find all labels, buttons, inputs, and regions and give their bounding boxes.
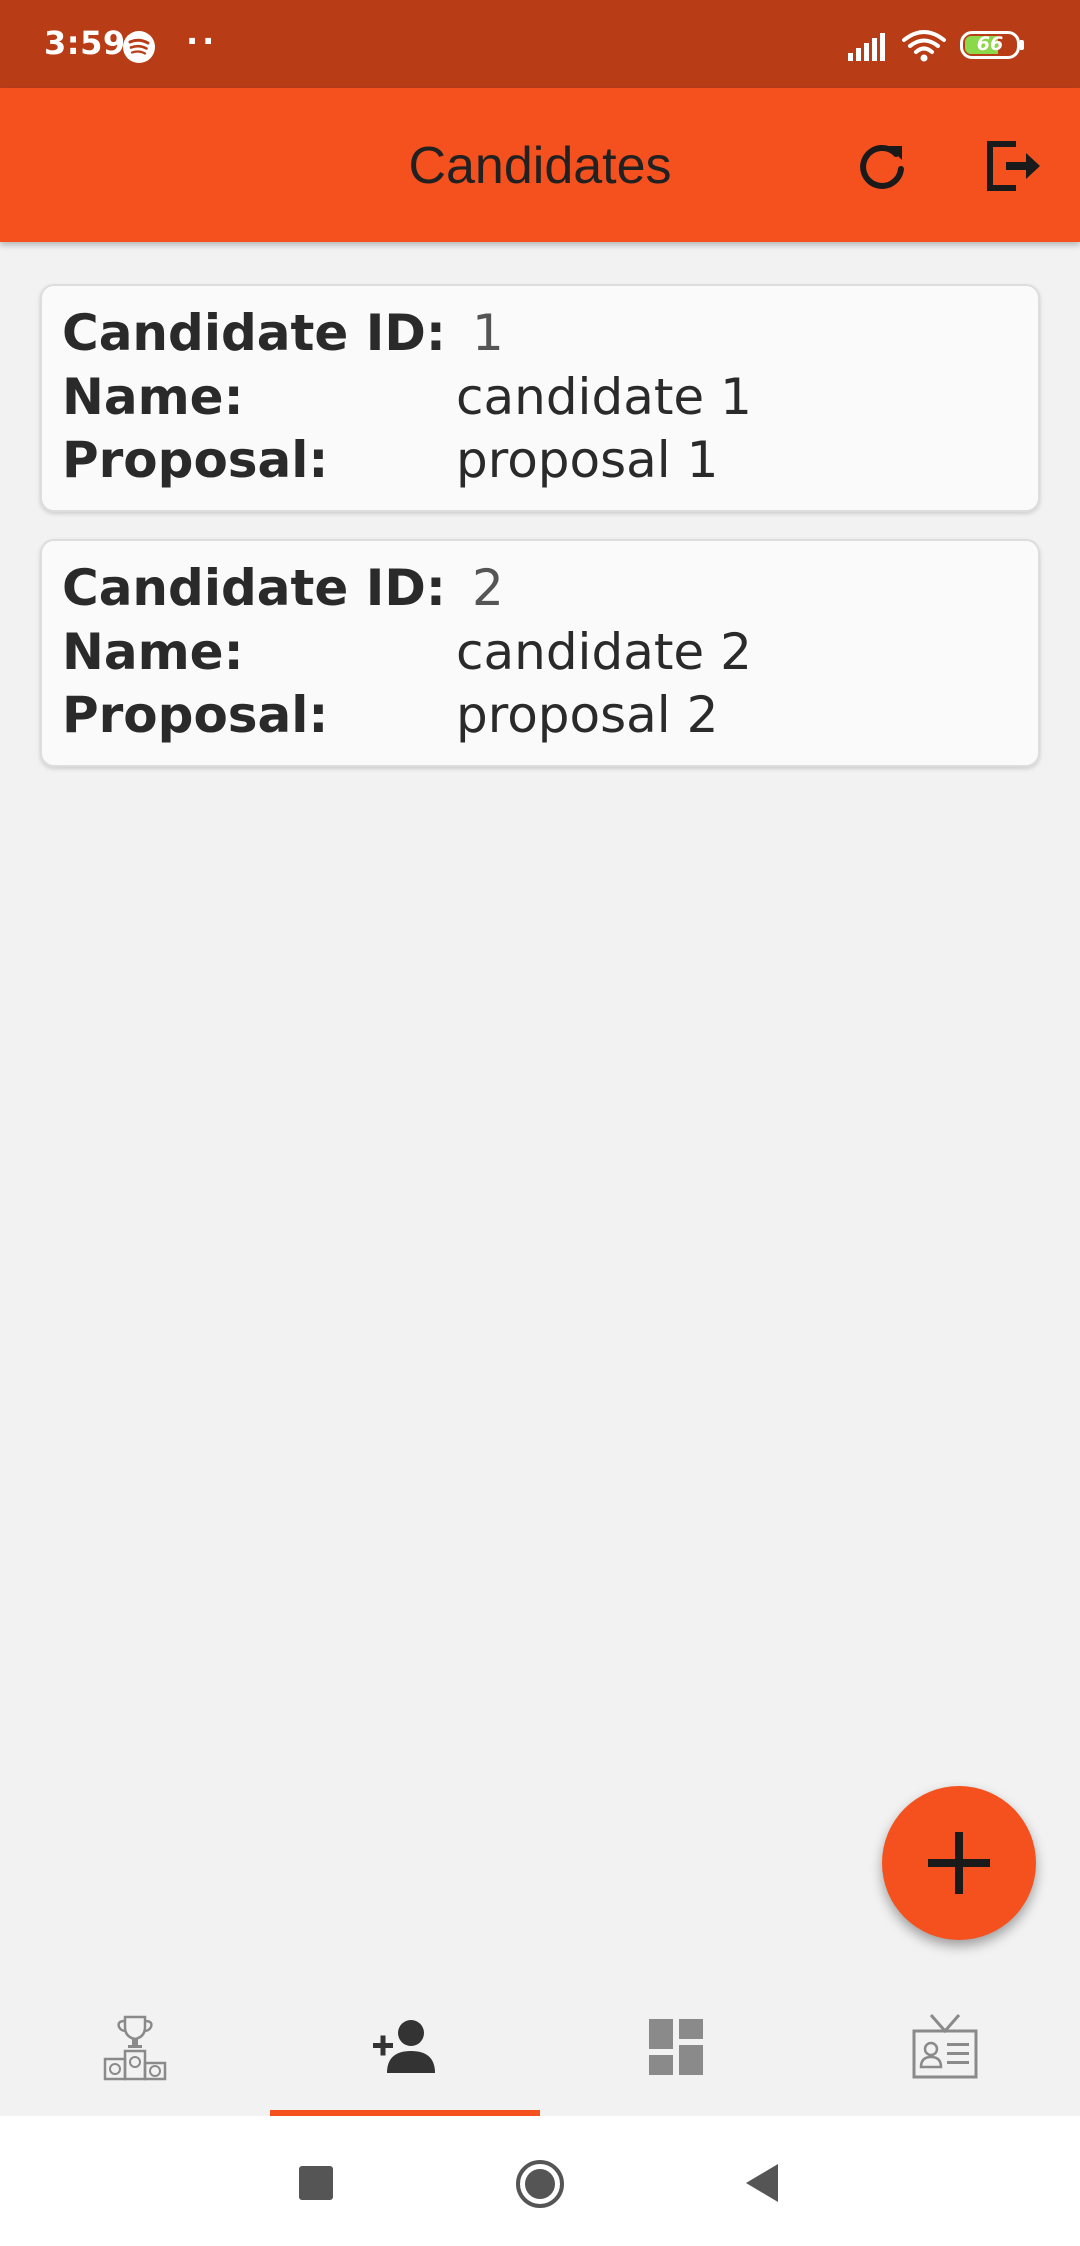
- battery-icon: 66: [960, 31, 1024, 61]
- logout-icon[interactable]: [982, 136, 1042, 196]
- candidate-name-label: Name:: [62, 368, 244, 426]
- back-icon[interactable]: [738, 2158, 788, 2208]
- plus-icon: [928, 1832, 990, 1894]
- candidate-id-row: Candidate ID: 1: [62, 304, 1022, 364]
- add-person-icon: [373, 2020, 435, 2073]
- candidate-id-row: Candidate ID: 2: [62, 559, 1022, 619]
- candidate-name-label: Name:: [62, 623, 244, 681]
- candidate-card[interactable]: Candidate ID: 1 Name: candidate 1 Propos…: [40, 284, 1040, 512]
- status-indicators: 66: [846, 28, 1024, 64]
- bottom-nav: [0, 1966, 1080, 2116]
- candidate-proposal-label: Proposal:: [62, 431, 329, 489]
- candidate-list: Candidate ID: 1 Name: candidate 1 Propos…: [40, 284, 1040, 794]
- nav-item-dashboard[interactable]: [540, 1966, 810, 2116]
- nav-item-candidates[interactable]: [270, 1966, 540, 2116]
- candidate-name-value: candidate 1: [456, 368, 752, 426]
- candidate-id-value: 1: [472, 304, 504, 362]
- candidate-proposal-label: Proposal:: [62, 686, 329, 744]
- candidate-id-value: 2: [472, 559, 504, 617]
- candidate-card[interactable]: Candidate ID: 2 Name: candidate 2 Propos…: [40, 539, 1040, 767]
- candidate-proposal-value: proposal 2: [456, 686, 719, 744]
- add-candidate-button[interactable]: [882, 1786, 1036, 1940]
- notification-dots: ··: [186, 22, 219, 60]
- system-nav-bar: [0, 2116, 1080, 2246]
- nav-item-voter-id[interactable]: [810, 1966, 1080, 2116]
- candidate-name-value: candidate 2: [456, 623, 752, 681]
- app-bar: Candidates: [0, 88, 1080, 242]
- page-title: Candidates: [408, 137, 672, 195]
- status-time: 3:59: [44, 24, 126, 62]
- recents-icon[interactable]: [291, 2158, 341, 2208]
- home-icon[interactable]: [514, 2158, 564, 2208]
- podium-icon: [103, 2015, 167, 2081]
- status-bar: 3:59 ·· 66: [0, 0, 1080, 88]
- wifi-icon: [902, 29, 946, 63]
- dashboard-icon: [649, 2019, 703, 2075]
- candidate-proposal-row: Proposal: proposal 1: [62, 431, 1022, 491]
- nav-item-results[interactable]: [0, 1966, 270, 2116]
- signal-icon: [846, 31, 888, 61]
- candidate-name-row: Name: candidate 1: [62, 368, 1022, 428]
- candidate-id-label: Candidate ID:: [62, 304, 446, 362]
- candidate-proposal-value: proposal 1: [456, 431, 719, 489]
- battery-level: 66: [976, 33, 1004, 55]
- refresh-icon[interactable]: [852, 136, 912, 196]
- candidate-id-label: Candidate ID:: [62, 559, 446, 617]
- spotify-icon: [122, 30, 156, 64]
- candidate-name-row: Name: candidate 2: [62, 623, 1022, 683]
- id-badge-icon: [912, 2014, 978, 2079]
- candidate-proposal-row: Proposal: proposal 2: [62, 686, 1022, 746]
